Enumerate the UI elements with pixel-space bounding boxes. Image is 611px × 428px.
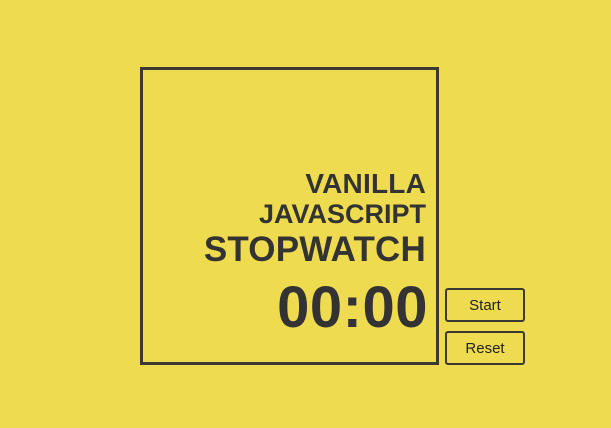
start-button[interactable]: Start: [445, 288, 525, 322]
stopwatch-page: VANILLA JAVASCRIPT STOPWATCH 00:00 Start…: [0, 0, 611, 428]
stopwatch-title: VANILLA JAVASCRIPT STOPWATCH: [146, 168, 426, 269]
reset-button[interactable]: Reset: [445, 331, 525, 365]
timer-display: 00:00: [277, 275, 428, 340]
title-line-stopwatch: STOPWATCH: [203, 230, 426, 269]
stopwatch-panel: VANILLA JAVASCRIPT STOPWATCH 00:00: [140, 67, 439, 365]
title-line-javascript: JAVASCRIPT: [258, 199, 426, 229]
stopwatch-controls: Start Reset: [445, 288, 525, 365]
title-line-vanilla: VANILLA: [305, 168, 426, 199]
